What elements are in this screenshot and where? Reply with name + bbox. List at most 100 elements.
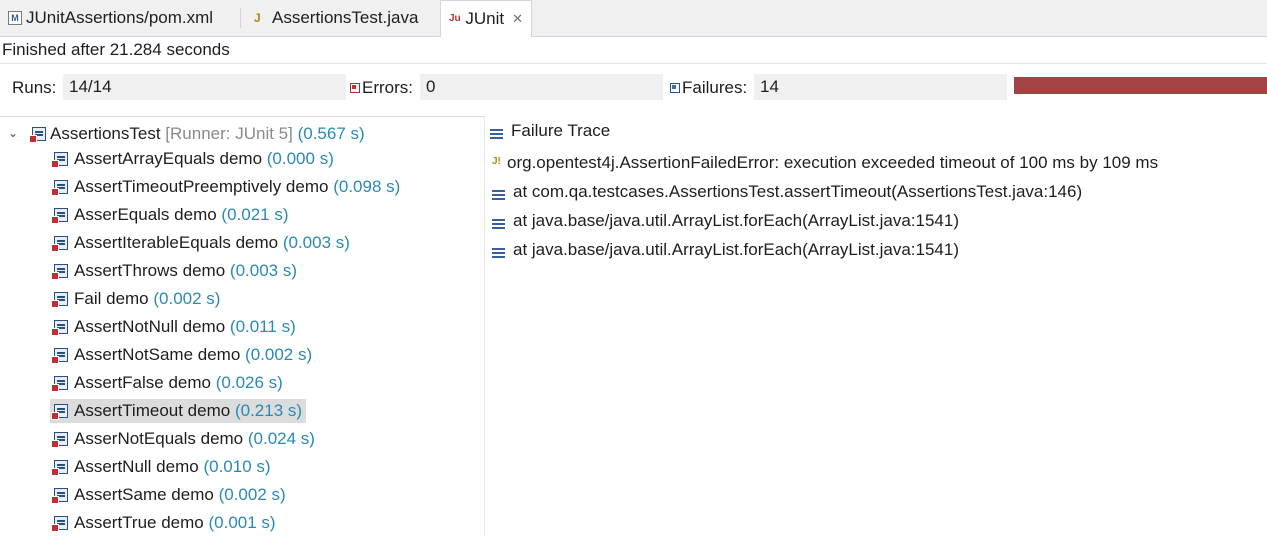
test-failed-icon bbox=[51, 180, 68, 196]
test-case-name: AssertNull demo bbox=[74, 457, 199, 476]
test-case-row[interactable]: AssertIterableEquals demo (0.003 s) bbox=[50, 231, 354, 255]
maven-pom-icon: M bbox=[8, 11, 22, 25]
test-case-name: AsserNotEquals demo bbox=[74, 429, 244, 448]
test-case-row[interactable]: AssertTimeout demo (0.213 s) bbox=[50, 399, 307, 423]
test-case-name: AssertThrows demo bbox=[74, 261, 226, 280]
runs-label: Runs: bbox=[12, 78, 57, 97]
test-case-row[interactable]: AsserEquals demo (0.021 s) bbox=[50, 203, 293, 227]
failure-trace-title: Failure Trace bbox=[511, 121, 611, 140]
test-suite-failed-icon bbox=[29, 127, 46, 143]
trace-line-text: at java.base/java.util.ArrayList.forEach… bbox=[513, 211, 959, 230]
test-failed-icon bbox=[51, 376, 68, 392]
test-case-name: AssertSame demo bbox=[74, 485, 214, 504]
test-failed-icon bbox=[51, 488, 68, 504]
test-case-name: Fail demo bbox=[74, 289, 149, 308]
tab-junit[interactable]: Ju JUnit ✕ bbox=[440, 0, 532, 37]
test-failed-icon bbox=[51, 292, 68, 308]
runs-value: 14/14 bbox=[63, 74, 346, 100]
close-icon[interactable]: ✕ bbox=[512, 11, 523, 27]
test-case-time: (0.024 s) bbox=[247, 429, 315, 448]
test-failed-icon bbox=[51, 348, 68, 364]
test-case-name: AssertFalse demo bbox=[74, 373, 211, 392]
stack-frame-icon bbox=[492, 248, 505, 250]
test-case-name: AssertTrue demo bbox=[74, 513, 204, 532]
stack-frame-icon bbox=[492, 190, 505, 192]
test-case-row[interactable]: AssertTimeoutPreemptively demo (0.098 s) bbox=[50, 175, 404, 199]
stack-frame-icon bbox=[492, 219, 505, 221]
test-progress-bar bbox=[1014, 77, 1267, 94]
test-case-row[interactable]: AssertNotNull demo (0.011 s) bbox=[50, 315, 300, 339]
failure-icon bbox=[670, 83, 680, 93]
test-case-name: AssertTimeout demo bbox=[74, 401, 231, 420]
test-case-time: (0.010 s) bbox=[203, 457, 271, 476]
test-case-name: AssertIterableEquals demo bbox=[74, 233, 279, 252]
test-case-time: (0.002 s) bbox=[218, 485, 286, 504]
editor-tab-bar: M JUnitAssertions/pom.xml J AssertionsTe… bbox=[0, 0, 1267, 37]
trace-line[interactable]: at java.base/java.util.ArrayList.forEach… bbox=[492, 208, 959, 234]
test-case-row[interactable]: Fail demo (0.002 s) bbox=[50, 287, 224, 311]
test-case-name: AssertArrayEquals demo bbox=[74, 149, 263, 168]
test-failed-icon bbox=[51, 320, 68, 336]
test-case-name: AssertNotNull demo bbox=[74, 317, 226, 336]
test-case-time: (0.011 s) bbox=[229, 317, 296, 336]
tab-label: JUnitAssertions/pom.xml bbox=[26, 8, 214, 27]
suite-name: AssertionsTest bbox=[50, 124, 161, 143]
trace-line[interactable]: J! org.opentest4j.AssertionFailedError: e… bbox=[492, 150, 1158, 176]
pane-divider[interactable] bbox=[484, 116, 485, 536]
errors-label: Errors: bbox=[362, 78, 413, 97]
failures-label: Failures: bbox=[682, 78, 748, 97]
java-file-icon: J bbox=[254, 11, 261, 25]
test-case-time: (0.001 s) bbox=[208, 513, 276, 532]
test-failed-icon bbox=[51, 264, 68, 280]
stack-trace-icon bbox=[490, 129, 503, 131]
test-case-time: (0.000 s) bbox=[266, 149, 334, 168]
test-failed-icon bbox=[51, 236, 68, 252]
test-failed-icon bbox=[51, 208, 68, 224]
tab-separator bbox=[240, 8, 241, 28]
errors-value: 0 bbox=[420, 74, 663, 100]
test-case-time: (0.002 s) bbox=[245, 345, 313, 364]
tab-label: JUnit bbox=[465, 9, 505, 28]
failure-trace-header: Failure Trace bbox=[490, 119, 610, 143]
test-failed-icon bbox=[51, 404, 68, 420]
tab-pom-xml[interactable]: M JUnitAssertions/pom.xml bbox=[0, 0, 221, 36]
trace-line[interactable]: at java.base/java.util.ArrayList.forEach… bbox=[492, 237, 959, 263]
test-failed-icon bbox=[51, 432, 68, 448]
test-case-row[interactable]: AssertNotSame demo (0.002 s) bbox=[50, 343, 316, 367]
tab-label: AssertionsTest.java bbox=[272, 8, 419, 27]
test-case-time: (0.098 s) bbox=[333, 177, 401, 196]
tree-root-label: AssertionsTest [Runner: JUnit 5] (0.567 … bbox=[50, 124, 365, 144]
tab-assertions-test-java[interactable]: J AssertionsTest.java bbox=[246, 0, 426, 36]
test-case-row[interactable]: AssertArrayEquals demo (0.000 s) bbox=[50, 147, 338, 171]
test-case-time: (0.021 s) bbox=[221, 205, 289, 224]
trace-line[interactable]: at com.qa.testcases.AssertionsTest.asser… bbox=[492, 179, 1082, 205]
test-failed-icon bbox=[51, 516, 68, 532]
junit-icon: Ju bbox=[449, 13, 461, 24]
trace-line-text: at com.qa.testcases.AssertionsTest.asser… bbox=[513, 182, 1083, 201]
divider bbox=[0, 63, 1267, 64]
test-case-time: (0.002 s) bbox=[153, 289, 221, 308]
run-status-text: Finished after 21.284 seconds bbox=[2, 40, 230, 59]
error-icon bbox=[350, 83, 360, 93]
test-case-row[interactable]: AsserNotEquals demo (0.024 s) bbox=[50, 427, 319, 451]
test-case-time: (0.003 s) bbox=[229, 261, 297, 280]
runner-label: [Runner: JUnit 5] bbox=[165, 124, 293, 143]
test-case-row[interactable]: AssertThrows demo (0.003 s) bbox=[50, 259, 301, 283]
exception-icon: J! bbox=[492, 156, 501, 167]
test-case-name: AssertTimeoutPreemptively demo bbox=[74, 177, 329, 196]
trace-line-text: org.opentest4j.AssertionFailedError: exe… bbox=[507, 153, 1159, 172]
failures-value: 14 bbox=[754, 74, 1007, 100]
test-case-name: AssertNotSame demo bbox=[74, 345, 241, 364]
divider bbox=[0, 116, 484, 117]
test-case-time: (0.213 s) bbox=[234, 401, 303, 420]
test-case-time: (0.026 s) bbox=[215, 373, 283, 392]
test-case-row[interactable]: AssertSame demo (0.002 s) bbox=[50, 483, 290, 507]
test-case-row[interactable]: AssertNull demo (0.010 s) bbox=[50, 455, 275, 479]
test-case-row[interactable]: AssertFalse demo (0.026 s) bbox=[50, 371, 287, 395]
suite-time: (0.567 s) bbox=[297, 124, 365, 143]
test-case-name: AsserEquals demo bbox=[74, 205, 217, 224]
chevron-down-icon[interactable]: ⌄ bbox=[8, 126, 18, 140]
test-failed-icon bbox=[51, 152, 68, 168]
test-case-row[interactable]: AssertTrue demo (0.001 s) bbox=[50, 511, 280, 535]
test-failed-icon bbox=[51, 460, 68, 476]
